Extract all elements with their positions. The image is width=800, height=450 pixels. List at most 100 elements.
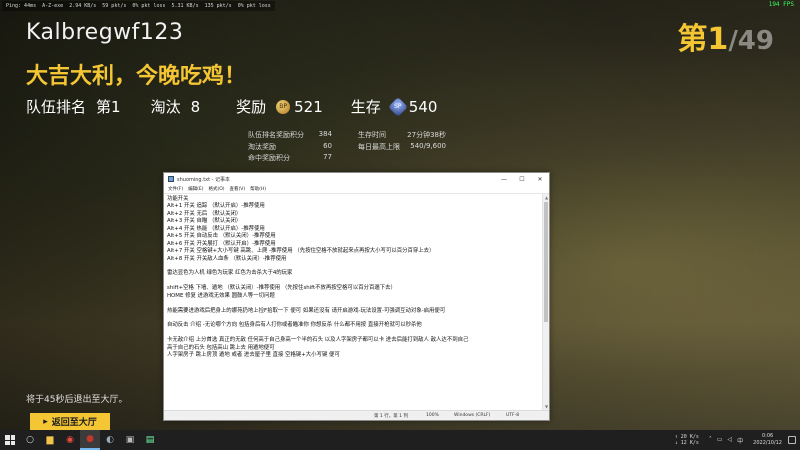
net-down-speed: ↓ 12 K/s (674, 440, 699, 446)
clock-date: 2022/10/12 (753, 440, 782, 446)
notepad-titlebar[interactable]: shuoming.txt - 记事本 — ☐ ✕ (164, 173, 549, 185)
player-name: Kalbregwf123 (26, 20, 184, 45)
detail-label: 淘汰奖励 (248, 142, 276, 151)
windows-taskbar: ○ ▆ ◉ ● ◐ ▣ ▤ ↑ 20 K/s ↓ 12 K/s ˄ ▭ ◁ 中 … (0, 430, 800, 450)
cursor-position: 第 1 行，第 1 列 (374, 413, 408, 419)
survival-label: 生存 (350, 98, 381, 116)
clock[interactable]: 0:06 2022/10/12 (753, 433, 782, 447)
detail-label: 队伍排名奖励积分 (248, 131, 304, 139)
text-line: Alt+8 开关 开关敌人血条 （默认关闭）-推荐使用 (167, 255, 287, 262)
detail-value: 60 (323, 141, 332, 150)
close-icon[interactable]: ✕ (531, 173, 549, 185)
detail-row: 命中奖励积分 77 (248, 153, 332, 165)
game-app-icon[interactable]: ● (80, 430, 100, 450)
text-line: Alt+7 开关 空格键+大小写键 高跳、上爬 -推荐使用 （先按住空格不放就起… (167, 248, 435, 255)
chevron-up-icon[interactable]: ˄ (709, 436, 712, 445)
scrollbar-thumb[interactable] (544, 202, 548, 322)
menu-format[interactable]: 格式(O) (208, 186, 224, 192)
app-icon[interactable]: ▤ (140, 430, 160, 450)
final-rank-current: 第1 (677, 22, 729, 57)
detail-value: 27分钟38秒 (407, 131, 446, 139)
scroll-up-icon[interactable]: ▲ (543, 194, 550, 201)
steam-icon[interactable]: ◐ (100, 430, 120, 450)
folder-icon[interactable]: ▆ (40, 430, 60, 450)
text-line: 热能需要进游戏后把身上的娜苑扔地上捡F拾取一下 便可 如果还没有 请开启游戏-玩… (167, 307, 446, 314)
up-speed-stat: 2.94 KB/s (69, 3, 97, 9)
text-line: 卡无敌介绍 上分首选 真正的无敌 任何高于自己身高一个半的石头 以及人字架房子都… (167, 337, 469, 344)
bp-value: 521 (294, 97, 323, 116)
sp-coin-icon: SP (387, 96, 408, 117)
kills-value: 8 (190, 97, 201, 116)
notepad-text-area[interactable]: 功能开关 Alt+1 开关 追踪 （默认开启）-推荐使用 Alt+2 开关 无后… (164, 194, 542, 410)
notepad-title: shuoming.txt - 记事本 (177, 176, 231, 183)
notepad-scrollbar[interactable]: ▲ ▼ (542, 194, 549, 410)
match-summary: 队伍排名 第1 淘汰 8 奖励 BP 521 生存 SP 540 (26, 96, 465, 117)
menu-edit[interactable]: 编辑(E) (188, 186, 203, 192)
menu-view[interactable]: 查看(V) (230, 186, 246, 192)
notepad-menubar: 文件(F) 编辑(E) 格式(O) 查看(V) 帮助(H) (164, 185, 549, 194)
return-icon: ▸ (43, 416, 48, 427)
up-packets-stat: 59 pkt/s (102, 3, 127, 9)
server-stat: A-Z-exe (42, 3, 64, 9)
notepad-window[interactable]: shuoming.txt - 记事本 — ☐ ✕ 文件(F) 编辑(E) 格式(… (163, 172, 550, 421)
text-line: 人字架房子 跳上房顶 遁地 或者 进去屋子里 直接 空格键+大小写键 便可 (167, 352, 340, 359)
text-encoding: UTF-8 (506, 413, 520, 418)
search-icon[interactable]: ○ (20, 430, 40, 450)
text-line: 自动反击 介绍 -无论哪个方向 包括身后有人打你或者瞄准你 你想反杀 什么都不用… (167, 322, 422, 329)
detail-value: 77 (323, 153, 332, 161)
text-line: 雷达显色为人机 绿色为玩家 红色为击杀大于4的玩家 (167, 270, 293, 277)
reward-breakdown: 队伍排名奖励积分 384 淘汰奖励 60 命中奖励积分 77 (248, 130, 332, 165)
bp-coin-icon: BP (276, 99, 291, 114)
text-line: Alt+6 开关 开关展打 （默认开启）-推荐使用 (167, 240, 276, 247)
text-line: Alt+5 开关 自动反击 （默认关闭）-推荐使用 (167, 233, 276, 240)
text-line (167, 300, 539, 307)
line-ending: Windows (CRLF) (454, 413, 491, 418)
scroll-down-icon[interactable]: ▼ (543, 403, 550, 410)
notepad-statusbar: 第 1 行，第 1 列 100% Windows (CRLF) UTF-8 (164, 410, 549, 420)
survival-breakdown: 生存时间 27分钟38秒 每日最高上限 540/9,600 (358, 130, 446, 153)
down-speed-stat: 5.31 KB/s (171, 3, 199, 9)
victory-headline: 大吉大利，今晚吃鸡！ (26, 64, 247, 89)
sp-coin-text: SP (394, 102, 402, 110)
ping-stat: Ping: 44ms (6, 3, 37, 9)
return-to-lobby-label: 返回至大厅 (51, 418, 97, 428)
final-rank: 第1 /49 (677, 14, 774, 58)
kills-label: 淘汰 (150, 98, 181, 116)
detail-row: 队伍排名奖励积分 384 (248, 130, 332, 142)
exit-countdown-text: 将于45秒后退出至大厅。 (26, 395, 128, 405)
detail-label: 生存时间 (358, 131, 386, 139)
chrome-icon[interactable]: ◉ (60, 430, 80, 450)
text-line: shift+空格 下墙、遁地 （默认关闭）-推荐使用 （先按住shift不放再按… (167, 285, 396, 292)
menu-file[interactable]: 文件(F) (168, 186, 183, 192)
start-button[interactable] (0, 430, 20, 450)
volume-icon[interactable]: ◁ (728, 436, 733, 445)
tray-icons: ˄ ▭ ◁ 中 (709, 436, 743, 445)
fps-counter: 194 FPS (768, 1, 794, 8)
final-rank-total: /49 (728, 26, 774, 56)
app-icon[interactable]: ▣ (120, 430, 140, 450)
team-rank-label: 队伍排名 (26, 98, 87, 116)
up-loss-stat: 0% pkt loss (132, 3, 166, 9)
return-to-lobby-button[interactable]: ▸ 返回至大厅 (30, 413, 110, 430)
text-line: Alt+1 开关 追踪 （默认开启）-推荐使用 (167, 203, 265, 210)
system-tray: ↑ 20 K/s ↓ 12 K/s ˄ ▭ ◁ 中 0:06 2022/10/1… (675, 430, 796, 450)
reward-label: 奖励 (236, 98, 267, 116)
input-method-indicator[interactable]: 中 (737, 436, 743, 445)
down-loss-stat: 0% pkt loss (237, 3, 271, 9)
detail-label: 每日最高上限 (358, 142, 400, 151)
zoom-level: 100% (426, 413, 439, 418)
network-icon[interactable]: ▭ (717, 436, 723, 445)
detail-value: 540/9,600 (410, 141, 446, 150)
maximize-icon[interactable]: ☐ (513, 173, 531, 185)
text-line: HOME 修复 进游戏无效果 圆鼓人等一切问题 (167, 292, 275, 299)
network-stats-overlay: Ping: 44ms A-Z-exe 2.94 KB/s 59 pkt/s 0%… (2, 1, 275, 11)
detail-value: 384 (318, 130, 332, 138)
notepad-app-icon (168, 176, 174, 182)
detail-label: 命中奖励积分 (248, 154, 290, 162)
down-packets-stat: 135 pkt/s (204, 3, 232, 9)
menu-help[interactable]: 帮助(H) (250, 186, 266, 192)
windows-start-icon (5, 435, 15, 445)
minimize-icon[interactable]: — (495, 173, 513, 185)
clock-time: 0:06 (761, 433, 774, 439)
notification-icon[interactable] (788, 436, 796, 444)
